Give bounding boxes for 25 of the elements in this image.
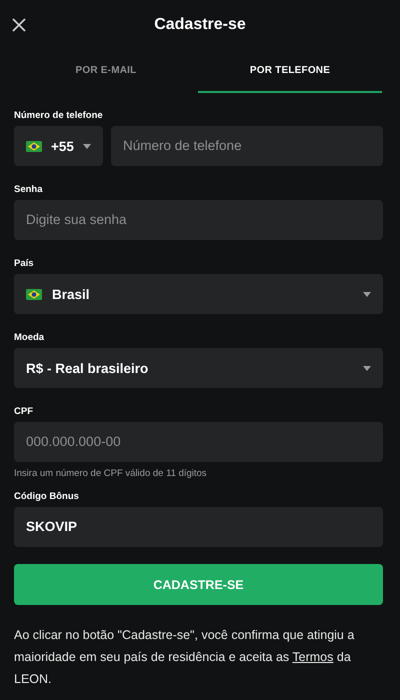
terms-link[interactable]: Termos	[292, 650, 334, 664]
country-code-select[interactable]: +55	[14, 126, 103, 166]
terms-text: Ao clicar no botão "Cadastre-se", você confirma que atingiu a maioridade em seu país de residência e aceita as Termos da LEON.	[14, 627, 356, 688]
page-title: Cadastre-se	[154, 16, 246, 34]
flag-icon	[26, 140, 42, 152]
tab[interactable]: POR E-MAIL	[14, 50, 198, 93]
tab[interactable]: POR TELEFONE	[198, 50, 382, 93]
field-label: Moeda	[14, 331, 46, 345]
currency-select[interactable]: R$ - Real brasileiro	[14, 348, 383, 388]
caret-icon	[82, 144, 91, 148]
flag-icon	[26, 288, 42, 300]
field-label: Senha	[14, 183, 44, 197]
field-label: País	[14, 257, 35, 271]
field-hint: Insira um número de CPF válido de 11 dígitos	[14, 468, 208, 480]
input-field[interactable]: 000.000.000-00	[14, 422, 383, 462]
field-label: Número de telefone	[14, 109, 104, 123]
country-select[interactable]: Brasil	[14, 274, 383, 314]
input-field[interactable]: Digite sua senha	[14, 200, 383, 240]
field-label: Código Bônus	[14, 490, 80, 504]
input-field[interactable]: SKOVIP	[14, 507, 383, 547]
caret-icon	[363, 292, 371, 296]
field-label: CPF	[14, 405, 34, 419]
caret-icon	[363, 366, 371, 370]
phone-field[interactable]: Número de telefone	[111, 126, 383, 166]
close-button[interactable]	[10, 16, 28, 34]
